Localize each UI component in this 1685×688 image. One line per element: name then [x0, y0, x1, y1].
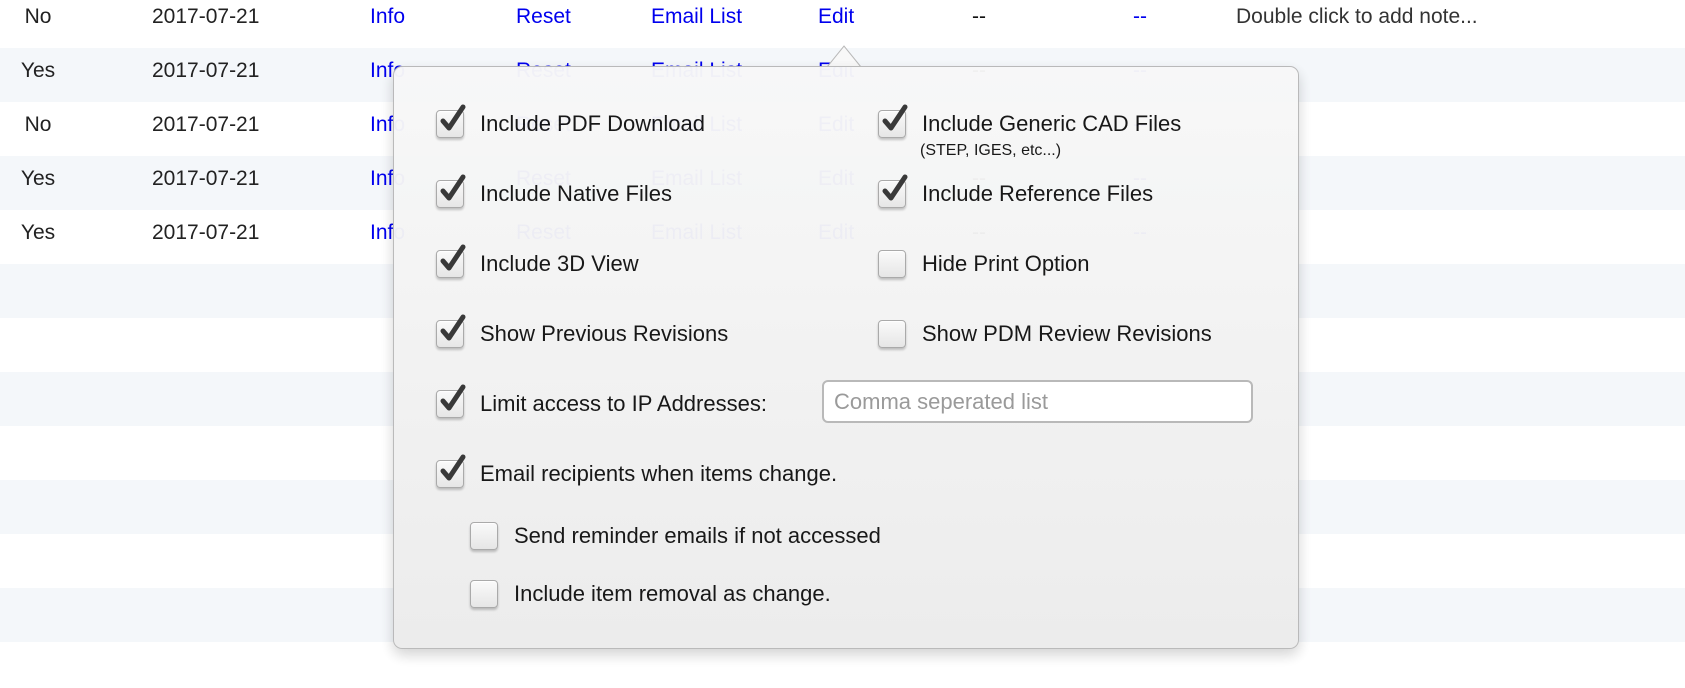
flag-cell: No	[24, 113, 52, 136]
option-label: Limit access to IP Addresses:	[480, 391, 767, 416]
date-cell: 2017-07-21	[152, 221, 260, 244]
checkbox-unchecked[interactable]	[470, 522, 498, 550]
checkbox-unchecked[interactable]	[470, 580, 498, 608]
checkbox-unchecked[interactable]	[878, 320, 906, 348]
flag-cell: Yes	[20, 59, 56, 82]
option-label: Include PDF Download	[480, 111, 706, 136]
generic-cad-sublabel: (STEP, IGES, etc...)	[920, 142, 1062, 159]
option-include-generic-cad-files[interactable]: Include Generic CAD Files	[878, 104, 1182, 140]
option-show-previous-revisions[interactable]: Show Previous Revisions	[436, 314, 729, 350]
date-cell: 2017-07-21	[152, 5, 260, 28]
checkbox-checked[interactable]	[878, 174, 908, 208]
email-list-link[interactable]: Email List	[651, 0, 742, 40]
option-include-item-removal[interactable]: Include item removal as change.	[470, 578, 831, 610]
checkbox-checked[interactable]	[436, 244, 466, 278]
option-include-pdf-download[interactable]: Include PDF Download	[436, 104, 706, 140]
edit-options-popover: Include PDF Download Include Generic CAD…	[393, 66, 1299, 649]
date-cell: 2017-07-21	[152, 167, 260, 190]
flag-cell: Yes	[20, 167, 56, 190]
checkbox-unchecked[interactable]	[878, 250, 906, 278]
option-send-reminder-emails[interactable]: Send reminder emails if not accessed	[470, 520, 881, 552]
table-row: No 2017-07-21 Info Reset Email List Edit…	[0, 0, 1685, 48]
checkbox-checked[interactable]	[436, 104, 466, 138]
dash-cell: --	[972, 5, 986, 28]
checkbox-checked[interactable]	[436, 384, 466, 418]
option-hide-print-option[interactable]: Hide Print Option	[878, 248, 1090, 280]
checkbox-checked[interactable]	[436, 454, 466, 488]
option-label: Include item removal as change.	[514, 581, 831, 606]
option-label: Include 3D View	[480, 251, 639, 276]
dash-link[interactable]: --	[1133, 0, 1147, 40]
option-label: Show PDM Review Revisions	[922, 321, 1212, 346]
edit-link[interactable]: Edit	[818, 0, 854, 40]
option-label: Include Reference Files	[922, 181, 1154, 206]
option-include-reference-files[interactable]: Include Reference Files	[878, 174, 1154, 210]
checkbox-checked[interactable]	[436, 174, 466, 208]
option-include-native-files[interactable]: Include Native Files	[436, 174, 672, 210]
checkbox-checked[interactable]	[878, 104, 908, 138]
option-include-3d-view[interactable]: Include 3D View	[436, 244, 639, 280]
option-label: Email recipients when items change.	[480, 461, 838, 486]
note-cell[interactable]: Double click to add note...	[1236, 0, 1478, 40]
option-email-recipients-on-change[interactable]: Email recipients when items change.	[436, 454, 838, 490]
option-label: Include Generic CAD Files	[922, 111, 1182, 136]
flag-cell: Yes	[20, 221, 56, 244]
info-link[interactable]: Info	[370, 0, 405, 40]
date-cell: 2017-07-21	[152, 59, 260, 82]
option-label: Show Previous Revisions	[480, 321, 729, 346]
option-show-pdm-review-revisions[interactable]: Show PDM Review Revisions	[878, 318, 1212, 350]
option-label: Include Native Files	[480, 181, 672, 206]
option-label: Hide Print Option	[922, 251, 1090, 276]
option-label: Send reminder emails if not accessed	[514, 523, 881, 548]
checkbox-checked[interactable]	[436, 314, 466, 348]
reset-link[interactable]: Reset	[516, 0, 571, 40]
ip-addresses-input[interactable]	[822, 380, 1253, 423]
option-limit-ip-addresses[interactable]: Limit access to IP Addresses:	[436, 384, 767, 420]
date-cell: 2017-07-21	[152, 113, 260, 136]
flag-cell: No	[24, 5, 52, 28]
